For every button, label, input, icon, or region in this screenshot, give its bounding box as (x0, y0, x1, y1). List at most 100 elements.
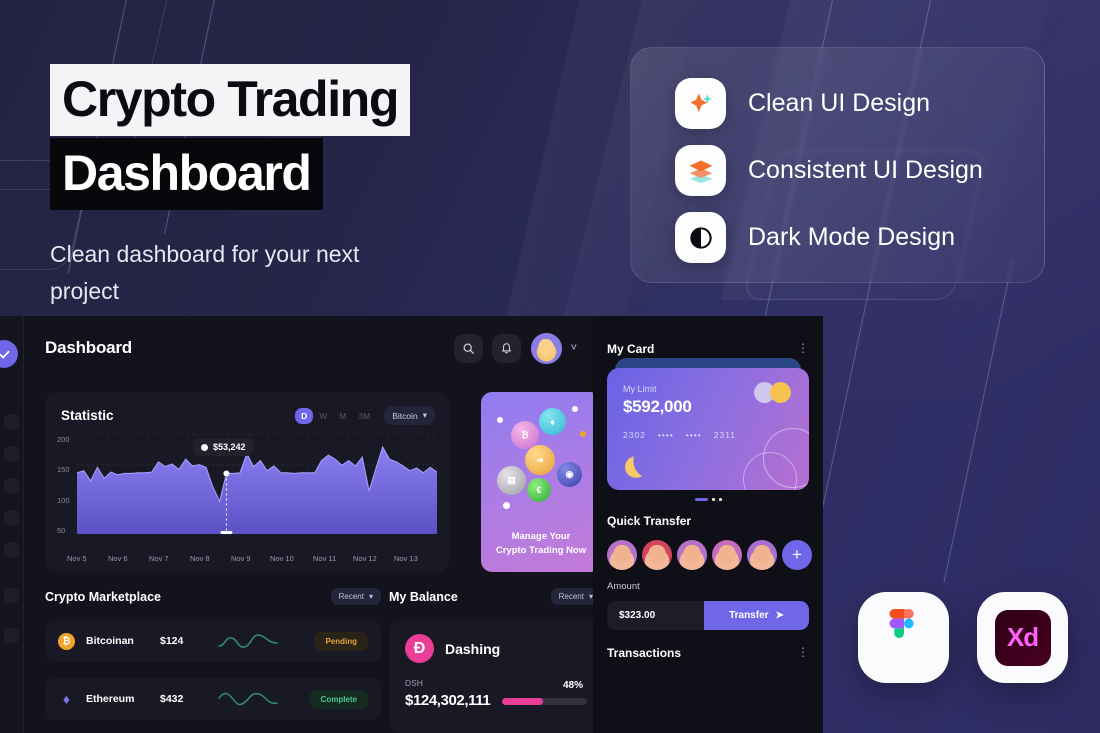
chart-tooltip: $53,242 (193, 438, 254, 456)
sparkline (218, 634, 278, 648)
card-brand-circle-right (770, 382, 791, 403)
hero-section: Crypto Trading Dashboard Clean dashboard… (50, 64, 470, 311)
range-tab-d[interactable]: D (295, 407, 314, 424)
promo-dot-2 (572, 406, 578, 412)
sparkle-icon (675, 78, 726, 129)
contact-avatar[interactable] (642, 540, 672, 570)
dashboard-right-panel: My Card ⋮ My Limit $592,000 2302 •••• ••… (593, 316, 823, 733)
table-row[interactable]: ₿ Bitcoinan $124 Pending (45, 620, 381, 662)
quick-transfer-section: Quick Transfer + Amount $323.00 Transfer… (607, 512, 812, 630)
x-tick-0: Nov 5 (67, 554, 87, 563)
balance-coin-row: Đ Dashing (405, 634, 587, 663)
promo-text: Manage Your Crypto Trading Now (481, 530, 601, 559)
card-pagination (607, 498, 809, 501)
sidebar-item-4[interactable] (4, 510, 19, 525)
add-contact-button[interactable]: + (782, 540, 812, 570)
promo-card[interactable]: ₿ ♦ ➜ ▤ ◉ € Manage Your Crypto Trading N… (481, 392, 601, 572)
x-tick-5: Nov 10 (270, 554, 294, 563)
balance-ticker: DSH (405, 678, 423, 688)
balance-filter-label: Recent (558, 592, 584, 601)
sidebar-item-3[interactable] (4, 478, 19, 493)
coin-gold-icon: ➜ (525, 445, 555, 475)
card-limit-label: My Limit (623, 384, 657, 394)
pagination-dot-active[interactable] (694, 498, 708, 501)
table-row[interactable]: ♦ Ethereum $432 Complete (45, 678, 381, 720)
asset-dropdown[interactable]: Bitcoin ▾ (384, 406, 435, 425)
sidebar-item-6[interactable] (4, 588, 19, 603)
y-tick-1: 150 (57, 465, 70, 474)
y-tick-0: 200 (57, 435, 70, 444)
figma-logo[interactable] (858, 592, 949, 683)
balance-amount: $124,302,111 (405, 692, 491, 709)
coin-name: Bitcoinan (86, 635, 134, 647)
app-logo (0, 340, 18, 368)
adobe-xd-logo[interactable]: Xd (977, 592, 1068, 683)
bell-icon[interactable] (491, 333, 521, 363)
range-tab-m[interactable]: M (333, 408, 352, 424)
y-tick-2: 100 (57, 496, 70, 505)
contact-avatar[interactable] (607, 540, 637, 570)
coin-silver-icon: ▤ (497, 466, 526, 495)
quick-transfer-title: Quick Transfer (607, 514, 692, 528)
range-tab-3m[interactable]: 3M (352, 408, 376, 424)
sidebar-item-2[interactable] (4, 446, 19, 461)
x-tick-7: Nov 12 (353, 554, 377, 563)
feature-item-dark-mode[interactable]: Dark Mode Design (675, 212, 955, 263)
dashboard-mockup: Dashboard ˅ Statistic D W M 3M Bitcoin ▾… (0, 316, 823, 733)
amount-label: Amount (607, 581, 640, 592)
promo-dot-1 (497, 417, 503, 423)
sidebar-item-5[interactable] (4, 542, 19, 557)
balance-percent: 48% (562, 680, 583, 691)
sparkline (218, 692, 278, 706)
status-badge: Complete (309, 689, 368, 709)
card-section-title: My Card (607, 342, 655, 356)
contrast-icon (675, 212, 726, 263)
transfer-button[interactable]: Transfer ➤ (704, 601, 809, 630)
chevron-down-icon: ▾ (422, 410, 427, 420)
balance-progress-fill (502, 698, 543, 705)
coin-green-icon: € (527, 478, 551, 502)
more-options-icon[interactable]: ⋮ (797, 342, 809, 354)
feature-item-consistent-ui[interactable]: Consistent UI Design (675, 145, 983, 196)
contact-avatar[interactable] (712, 540, 742, 570)
search-icon[interactable] (453, 333, 483, 363)
asset-dropdown-label: Bitcoin (392, 410, 418, 421)
sidebar-rail (0, 316, 24, 733)
marketplace-filter[interactable]: Recent ▾ (330, 588, 381, 605)
pagination-dot[interactable] (711, 498, 715, 501)
marketplace-header: Crypto Marketplace Recent ▾ (45, 588, 381, 605)
status-badge: Pending (314, 631, 368, 651)
credit-card[interactable]: My Limit $592,000 2302 •••• •••• 2311 (607, 368, 809, 490)
dashboard-topbar: Dashboard ˅ (25, 316, 593, 380)
card-limit-value: $592,000 (623, 397, 692, 416)
contact-avatar[interactable] (677, 540, 707, 570)
chevron-down-icon[interactable]: ˅ (571, 342, 577, 354)
card-section-header: My Card ⋮ (607, 316, 809, 356)
adobe-xd-label: Xd (1006, 622, 1039, 652)
coin-eth-icon: ♦ (539, 408, 566, 435)
coin-icon: ♦ (62, 691, 71, 707)
card-stack: My Limit $592,000 2302 •••• •••• 2311 (607, 358, 809, 490)
statistic-card: Statistic D W M 3M Bitcoin ▾ 200 150 100… (45, 392, 449, 572)
pagination-dot[interactable] (718, 498, 722, 501)
more-options-icon[interactable]: ⋮ (797, 646, 809, 658)
amount-input[interactable]: $323.00 (607, 601, 704, 630)
marketplace-title: Crypto Marketplace (45, 589, 162, 604)
sidebar-item-1[interactable] (4, 414, 19, 429)
promo-dot-3 (580, 431, 586, 437)
card-number-last: 2311 (713, 430, 737, 440)
transfer-button-label: Transfer (729, 610, 769, 621)
promo-line-1: Manage Your (511, 530, 571, 542)
card-number-mask-b: •••• (685, 430, 702, 440)
avatar[interactable] (530, 332, 562, 364)
range-tab-w[interactable]: W (313, 408, 333, 424)
layers-icon (675, 145, 726, 196)
balance-progress-wrap: 48% (502, 680, 587, 709)
coin-icon: ₿ (58, 632, 75, 650)
send-icon: ➤ (775, 610, 784, 621)
contact-avatar[interactable] (747, 540, 777, 570)
promo-dot-4 (503, 502, 510, 509)
statistic-title: Statistic (61, 408, 114, 423)
feature-item-clean-ui[interactable]: Clean UI Design (675, 78, 930, 129)
sidebar-item-7[interactable] (4, 628, 19, 643)
